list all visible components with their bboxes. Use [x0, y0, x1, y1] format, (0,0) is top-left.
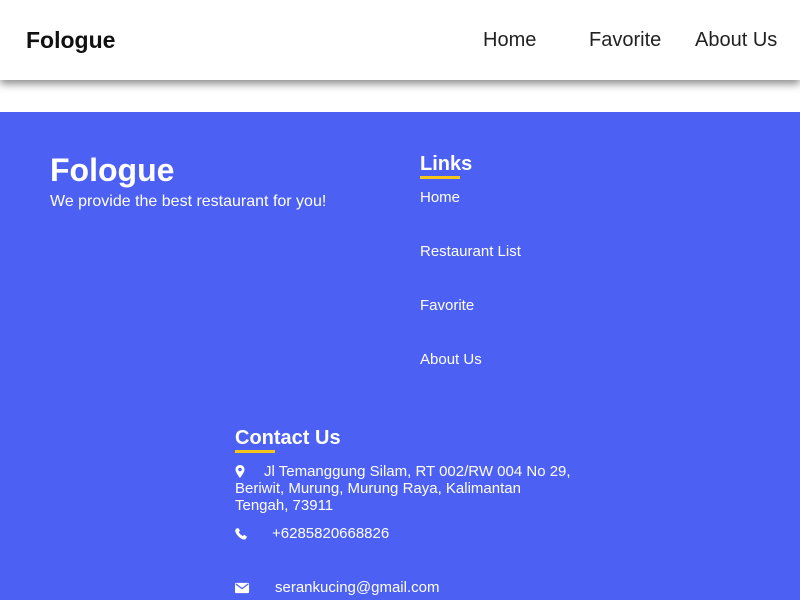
site-header: Fologue Home Favorite About Us — [0, 0, 800, 80]
envelope-icon — [235, 582, 250, 594]
nav-link-favorite[interactable]: Favorite — [589, 29, 661, 51]
footer-link-restaurant-list[interactable]: Restaurant List — [420, 243, 521, 260]
contact-address: Jl Temanggung Silam, RT 002/RW 004 No 29… — [235, 463, 575, 514]
footer-link-home[interactable]: Home — [420, 189, 460, 206]
links-heading: Links — [420, 153, 473, 175]
contact-heading: Contact Us — [235, 427, 341, 449]
brand-logo-link[interactable]: Fologue — [26, 27, 115, 53]
site-footer: Fologue We provide the best restaurant f… — [0, 112, 800, 600]
contact-email-text: serankucing@gmail.com — [275, 579, 440, 596]
nav-link-about-us[interactable]: About Us — [695, 29, 777, 51]
footer-brand-title: Fologue — [50, 152, 175, 188]
map-marker-icon — [235, 465, 245, 478]
contact-heading-underline — [235, 450, 275, 453]
footer-link-favorite[interactable]: Favorite — [420, 297, 474, 314]
contact-address-text: Jl Temanggung Silam, RT 002/RW 004 No 29… — [235, 463, 571, 514]
phone-icon — [235, 527, 247, 540]
nav-link-home[interactable]: Home — [483, 29, 536, 51]
footer-link-about-us[interactable]: About Us — [420, 351, 482, 368]
footer-tagline: We provide the best restaurant for you! — [50, 193, 327, 210]
links-heading-underline — [420, 176, 460, 179]
contact-phone-text: +6285820668826 — [272, 525, 390, 542]
